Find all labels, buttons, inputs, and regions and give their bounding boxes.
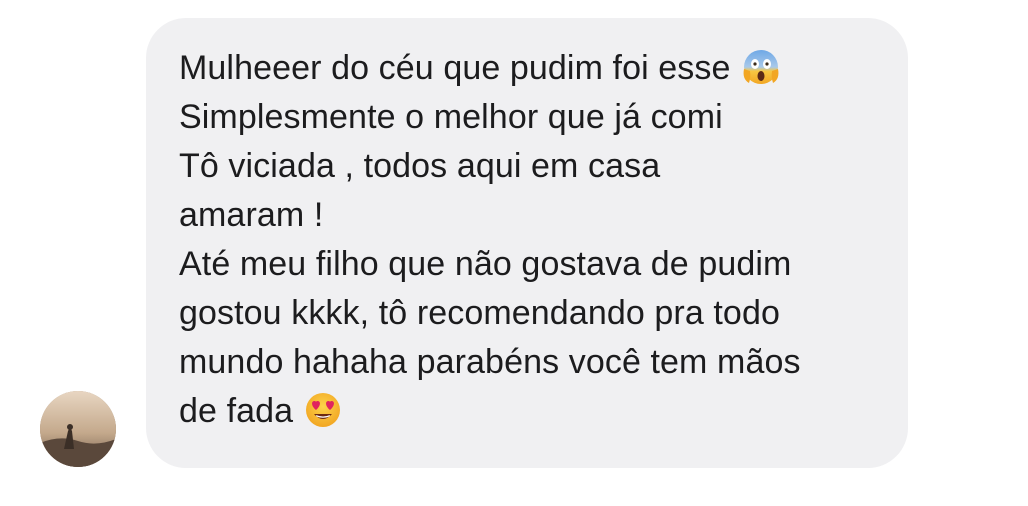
- screaming-face-icon: [743, 50, 778, 84]
- sender-avatar[interactable]: [40, 391, 116, 467]
- message-line: de fada: [179, 387, 878, 436]
- chat-screen: Mulheeer do céu que pudim foi esse Simpl…: [0, 0, 1028, 506]
- heart-eyes-icon: [306, 393, 341, 427]
- message-bubble[interactable]: Mulheeer do céu que pudim foi esse Simpl…: [146, 18, 908, 468]
- avatar-photo-icon: [40, 391, 116, 467]
- message-line: Tô viciada , todos aqui em casa: [179, 147, 661, 185]
- message-line: Mulheeer do céu que pudim foi esse: [179, 44, 878, 93]
- message-line: gostou kkkk, tô recomendando pra todo: [179, 294, 780, 332]
- message-line: Até meu filho que não gostava de pudim: [179, 245, 792, 283]
- message-line: Simplesmente o melhor que já comi: [179, 98, 723, 136]
- message-line: mundo hahaha parabéns você tem mãos: [179, 343, 801, 381]
- message-line: amaram !: [179, 196, 324, 234]
